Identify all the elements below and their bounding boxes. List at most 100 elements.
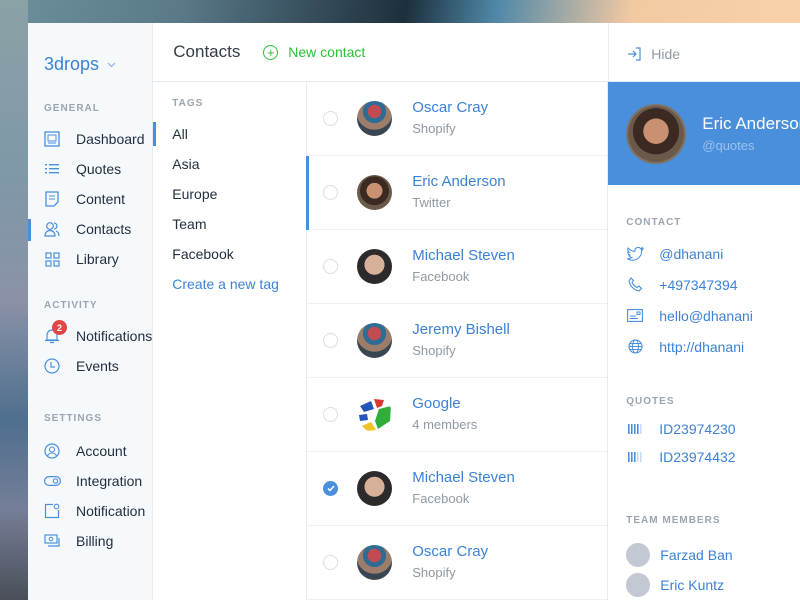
sidebar-item-content[interactable]: Content: [28, 184, 152, 214]
select-radio[interactable]: [323, 259, 339, 274]
select-radio[interactable]: [323, 185, 339, 200]
new-contact-label: New contact: [288, 44, 366, 60]
tags-title: TAGS: [172, 98, 204, 109]
sidebar-item-events[interactable]: Events: [28, 351, 152, 381]
select-radio[interactable]: [323, 407, 339, 422]
quote-item[interactable]: ID23974230: [608, 415, 800, 443]
select-radio[interactable]: [323, 555, 339, 570]
nav-section-general: GENERAL: [44, 103, 100, 114]
notification-badge: 2: [52, 320, 67, 335]
sidebar-item-contacts[interactable]: Contacts: [28, 214, 152, 244]
notification-square-icon: [43, 502, 61, 520]
contact-row[interactable]: Eric Anderson Twitter: [306, 156, 608, 230]
contact-row[interactable]: Oscar Cray Shopify: [307, 82, 608, 156]
contact-source: Shopify: [412, 120, 456, 136]
member-avatar: [626, 543, 651, 567]
select-radio[interactable]: [323, 111, 339, 126]
sidebar-item-billing[interactable]: Billing: [28, 526, 152, 556]
contact-source: 4 members: [412, 416, 478, 432]
select-radio[interactable]: [323, 333, 339, 348]
sidebar-item-label: Notifications: [76, 328, 153, 344]
tag-europe[interactable]: Europe: [153, 179, 306, 209]
twitter-handle: @dhanani: [659, 245, 724, 262]
contact-twitter[interactable]: @dhanani: [608, 238, 800, 269]
contact-source: Facebook: [412, 268, 470, 284]
avatar: [357, 101, 393, 136]
contact-row[interactable]: Jeremy Bishell Shopify: [307, 304, 608, 378]
sidebar-item-label: Content: [76, 191, 126, 207]
nav-section-activity: ACTIVITY: [44, 300, 98, 311]
tags-panel: TAGS All Asia Europe Team Facebook Creat…: [153, 82, 308, 600]
contact-name: Oscar Cray: [412, 98, 489, 116]
tag-team[interactable]: Team: [153, 209, 306, 239]
team-member[interactable]: Eric Kuntz: [608, 570, 800, 600]
sidebar-item-notifications[interactable]: 2 Notifications: [28, 320, 153, 351]
hide-panel-button[interactable]: Hide: [608, 23, 800, 84]
phone-icon: [626, 277, 644, 292]
member-name: Farzad Ban: [660, 547, 733, 563]
sidebar-item-label: Contacts: [76, 221, 132, 237]
contact-phone[interactable]: +497347394: [608, 269, 800, 300]
grid-icon: [43, 250, 61, 268]
quote-item[interactable]: ID23974432: [608, 443, 800, 471]
contact-source: Shopify: [412, 342, 456, 358]
contact-name: Google: [412, 394, 461, 412]
contact-row[interactable]: Oscar Cray Shopify: [307, 526, 608, 600]
member-name: Eric Kuntz: [660, 577, 725, 593]
contact-source: Twitter: [412, 194, 451, 210]
avatar: [357, 545, 393, 580]
new-contact-button[interactable]: + New contact: [263, 44, 365, 60]
sidebar-item-account[interactable]: Account: [28, 436, 152, 466]
contact-detail-panel: Eric Anderson @quotes CONTACT @dhanani +…: [608, 82, 800, 600]
contacts-icon: [43, 220, 61, 238]
select-radio-checked[interactable]: [323, 481, 339, 496]
main-area: Contacts + New contact Hide TAGS All Asi…: [153, 23, 800, 600]
globe-icon: [626, 339, 644, 354]
profile-name: Eric Anderson: [702, 114, 800, 133]
member-avatar: [626, 573, 651, 597]
contact-name: Eric Anderson: [412, 172, 506, 190]
contact-name: Michael Steven: [412, 468, 515, 486]
contact-row[interactable]: Michael Steven Facebook: [307, 230, 608, 304]
sidebar-item-notification-settings[interactable]: Notification: [28, 496, 152, 526]
hide-label: Hide: [651, 45, 681, 62]
tag-facebook[interactable]: Facebook: [153, 239, 306, 269]
check-icon: [327, 485, 335, 492]
clock-icon: [43, 357, 61, 375]
billing-icon: [43, 532, 61, 550]
profile-avatar: [626, 103, 687, 164]
phone-number: +497347394: [659, 276, 738, 293]
tag-all[interactable]: All: [153, 119, 306, 149]
quote-id: ID23974230: [659, 421, 736, 437]
profile-handle: @quotes: [702, 138, 755, 153]
sidebar-item-library[interactable]: Library: [28, 244, 152, 274]
content: TAGS All Asia Europe Team Facebook Creat…: [153, 82, 800, 600]
contact-row[interactable]: Google 4 members: [307, 378, 608, 452]
team-member[interactable]: Farzad Ban: [608, 540, 800, 570]
sidebar-item-dashboard[interactable]: Dashboard: [28, 124, 152, 154]
sidebar-item-label: Integration: [76, 473, 143, 489]
contact-website[interactable]: http://dhanani: [608, 331, 800, 362]
sidebar-item-integration[interactable]: Integration: [28, 466, 152, 496]
progress-bars-icon: [626, 424, 644, 434]
app-window: 3drops GENERAL Dashboard Quotes Content …: [28, 23, 800, 600]
create-tag-link[interactable]: Create a new tag: [153, 269, 306, 299]
google-logo-icon: [357, 397, 393, 432]
sidebar-item-quotes[interactable]: Quotes: [28, 154, 152, 184]
sidebar-item-label: Events: [76, 358, 119, 374]
tag-asia[interactable]: Asia: [153, 149, 306, 179]
avatar: [357, 323, 393, 358]
contact-list: Oscar Cray Shopify Eric Anderson Twitter M…: [306, 82, 609, 600]
profile-header: Eric Anderson @quotes: [608, 82, 800, 185]
team-section-title: TEAM MEMBERS: [626, 515, 721, 526]
list-icon: [43, 160, 61, 178]
brand-name: 3drops: [44, 53, 100, 74]
quote-id: ID23974432: [659, 449, 736, 465]
contact-email[interactable]: hello@dhanani: [608, 300, 800, 331]
quotes-section-title: QUOTES: [626, 396, 675, 407]
email-address: hello@dhanani: [659, 307, 753, 324]
sidebar-item-label: Library: [76, 251, 119, 267]
workspace-switcher[interactable]: 3drops: [28, 23, 152, 85]
contact-row[interactable]: Michael Steven Facebook: [307, 452, 608, 526]
avatar: [357, 249, 393, 284]
